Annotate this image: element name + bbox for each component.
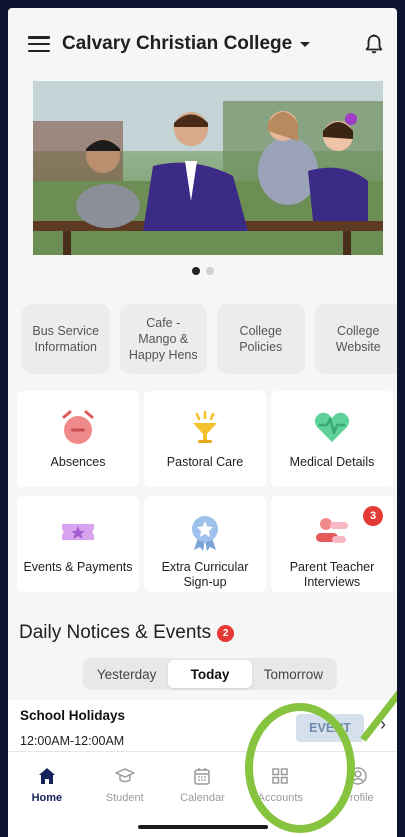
heart-icon: [314, 412, 350, 442]
tile-label: Pastoral Care: [166, 455, 244, 469]
tile-events-payments[interactable]: Events & Payments: [17, 496, 139, 592]
chevron-down-icon: [300, 42, 311, 48]
feature-tiles: Absences Pastoral Care Medical Details E…: [17, 391, 393, 592]
tab-today[interactable]: Today: [168, 660, 252, 688]
alarm-clock-icon: [62, 410, 94, 444]
notices-title: Daily Notices & Events: [19, 622, 212, 643]
graduation-cap-icon: [114, 768, 135, 783]
tab-yesterday[interactable]: Yesterday: [85, 660, 168, 688]
tab-label: Home: [31, 792, 63, 804]
home-indicator: [138, 825, 268, 829]
quick-link-bus-service[interactable]: Bus Service Information: [22, 304, 110, 374]
quick-link-college-website[interactable]: College Website: [314, 304, 397, 374]
hero-carousel-image[interactable]: [33, 81, 383, 255]
tile-label: Parent Teacher Interviews: [289, 560, 375, 589]
annotation-highlight-circle: [245, 703, 355, 833]
tile-pastoral-care[interactable]: Pastoral Care: [144, 391, 266, 487]
top-bar: Calvary Christian College: [8, 8, 397, 80]
tile-parent-teacher-interviews[interactable]: 3 Parent Teacher Interviews: [271, 496, 393, 592]
carousel-dot[interactable]: [191, 267, 200, 275]
tile-medical-details[interactable]: Medical Details: [271, 391, 393, 487]
tile-label: Absences: [50, 455, 106, 469]
tab-home[interactable]: Home: [8, 752, 86, 837]
award-ribbon-icon: [192, 516, 218, 551]
notices-heading: Daily Notices & Events 2: [19, 622, 235, 644]
quick-link-college-policies[interactable]: College Policies: [217, 304, 305, 374]
tile-label: Extra Curricular Sign-up: [161, 560, 249, 589]
notification-badge: 3: [363, 506, 383, 526]
carousel-dots[interactable]: [8, 267, 397, 275]
tile-label: Medical Details: [289, 455, 375, 469]
calendar-icon: [194, 768, 211, 785]
people-icon: [316, 518, 348, 543]
tab-tomorrow[interactable]: Tomorrow: [252, 660, 335, 688]
school-selector[interactable]: Calvary Christian College: [62, 33, 311, 55]
tile-extra-curricular-signup[interactable]: Extra Curricular Sign-up: [144, 496, 266, 592]
app-screen: Calvary Christian College Bus Service In…: [8, 8, 397, 837]
home-icon: [38, 768, 55, 784]
students-photo: [33, 81, 383, 255]
tab-label: Calendar: [180, 792, 225, 804]
event-title: School Holidays: [20, 708, 126, 723]
school-title: Calvary Christian College: [62, 33, 293, 54]
tab-label: Student: [105, 792, 144, 804]
quick-link-cafe[interactable]: Cafe - Mango & Happy Hens: [119, 304, 207, 374]
menu-icon[interactable]: [28, 36, 50, 52]
tile-absences[interactable]: Absences: [17, 391, 139, 487]
event-time: 12:00AM-12:00AM: [20, 734, 125, 748]
day-segmented-control: Yesterday Today Tomorrow: [83, 658, 337, 690]
trophy-icon: [193, 410, 217, 443]
ticket-icon: [62, 524, 94, 540]
notices-count-badge: 2: [217, 624, 235, 642]
bell-icon[interactable]: [363, 32, 385, 56]
quick-links: Bus Service Information Cafe - Mango & H…: [22, 304, 397, 374]
carousel-dot[interactable]: [205, 267, 214, 275]
tile-label: Events & Payments: [23, 560, 133, 574]
